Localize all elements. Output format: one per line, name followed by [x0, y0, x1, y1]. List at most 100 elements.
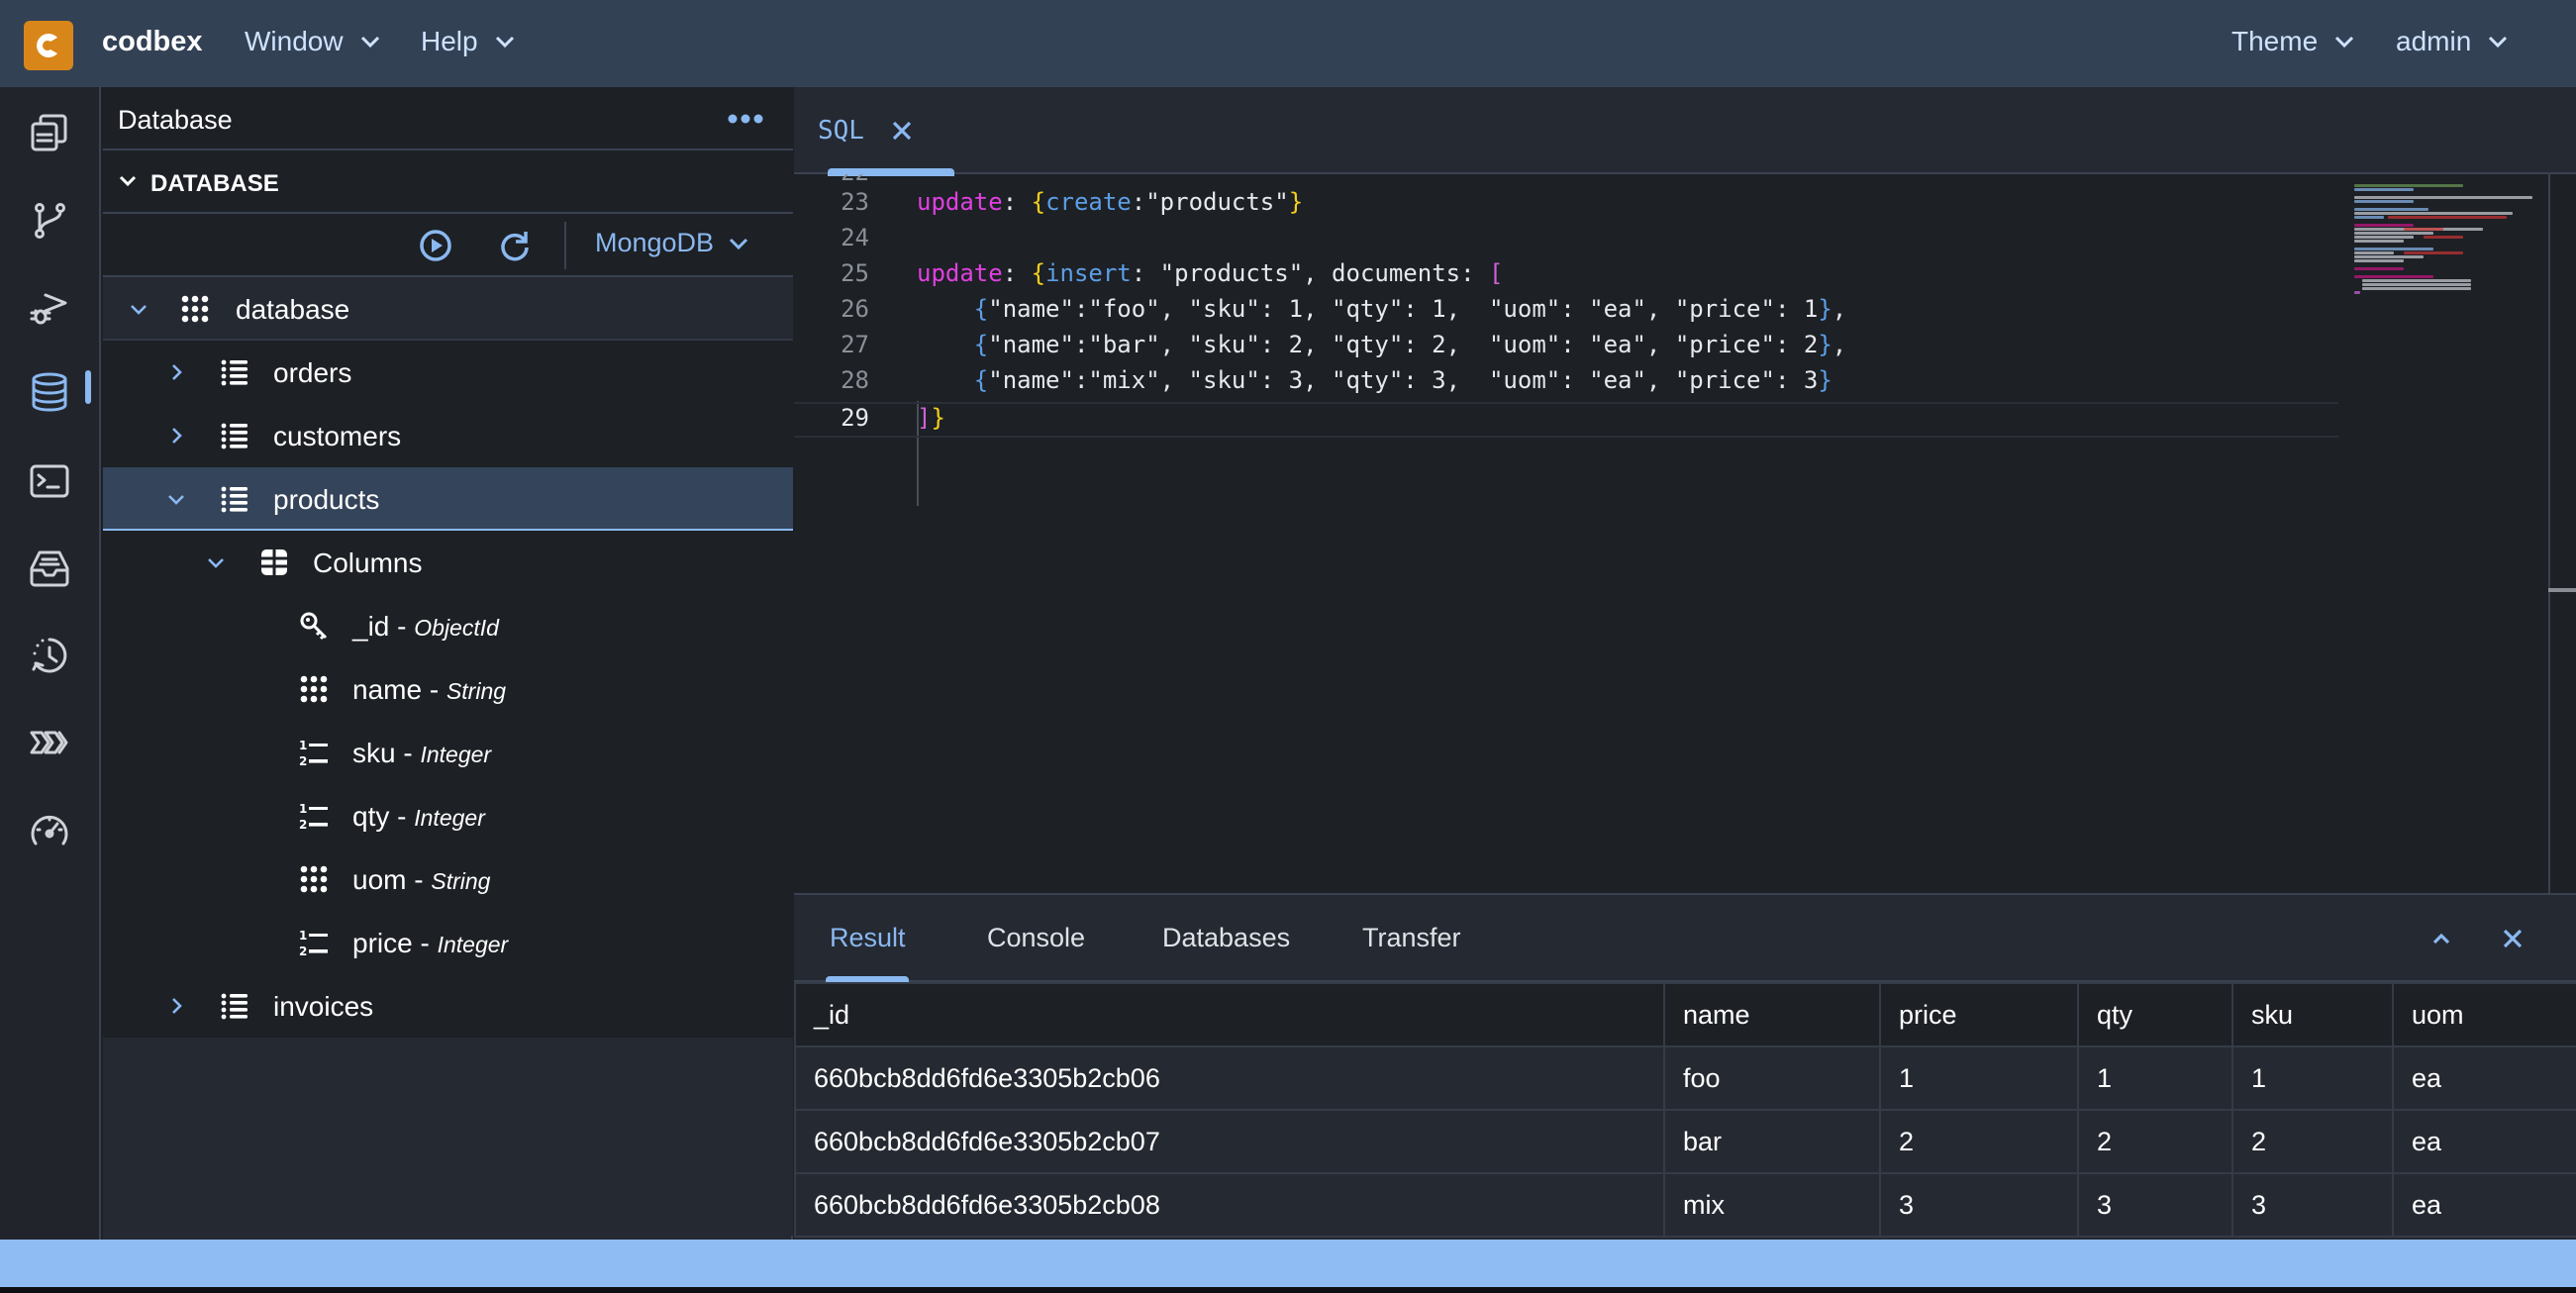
line-content: ]} [917, 404, 945, 432]
run-icon[interactable] [418, 228, 453, 263]
table-row[interactable]: 660bcb8dd6fd6e3305b2cb06 foo 1 1 1 ea [794, 1045, 2576, 1111]
column-separator: - [389, 611, 415, 642]
refresh-icon[interactable] [497, 228, 533, 263]
tree-item-column-price[interactable]: 1 2 price - Integer [103, 911, 793, 974]
speedometer-icon[interactable] [28, 808, 71, 851]
tree-item-column-uom[interactable]: uom - String [103, 847, 793, 911]
terminal-icon[interactable] [28, 459, 71, 503]
minimap-line [2354, 208, 2428, 211]
scrollbar-track [2548, 174, 2550, 893]
minimap[interactable] [2338, 174, 2536, 893]
tree-item-column-qty[interactable]: 1 2 qty - Integer [103, 784, 793, 847]
sidebar-header: Database [103, 87, 793, 150]
minimap-line [2354, 240, 2404, 243]
datasource-select[interactable]: MongoDB [595, 228, 749, 258]
tree-item-database[interactable]: database [103, 277, 793, 341]
tree-item-column-sku[interactable]: 1 2 sku - Integer [103, 721, 793, 784]
close-icon[interactable] [890, 119, 914, 143]
table-cell: 660bcb8dd6fd6e3305b2cb07 [794, 1109, 1665, 1174]
tab-sql[interactable]: SQL [818, 87, 954, 176]
column-name: _id [352, 611, 390, 642]
tree-item-orders[interactable]: orders [103, 341, 793, 404]
table-cell: ea [2392, 1172, 2576, 1238]
tree-item-label: products [273, 484, 380, 515]
chevron-down-icon[interactable] [165, 488, 187, 510]
chevron-down-icon [119, 175, 137, 187]
tree-item-products[interactable]: products [103, 467, 793, 531]
codbex-logo-icon[interactable] [24, 21, 73, 70]
history-icon[interactable] [28, 634, 71, 677]
collection-list-icon [219, 420, 250, 451]
minimap-line [2354, 216, 2384, 219]
more-options-icon[interactable] [726, 107, 765, 131]
chevron-right-icon[interactable] [165, 425, 187, 447]
tab-console[interactable]: Console [987, 923, 1085, 953]
tree-item-customers[interactable]: customers [103, 404, 793, 467]
chevron-down-icon[interactable] [205, 551, 227, 573]
tab-databases[interactable]: Databases [1162, 923, 1290, 953]
column-header-id[interactable]: _id [794, 982, 1665, 1047]
column-header-uom[interactable]: uom [2392, 982, 2576, 1047]
tree-item-label: Columns [313, 547, 423, 578]
tree-item-invoices[interactable]: invoices [103, 974, 793, 1038]
column-type: Integer [437, 932, 509, 957]
panel-tab-bar: Result Console Databases Transfer [794, 895, 2576, 982]
svg-text:1: 1 [299, 802, 307, 816]
debug-icon[interactable] [28, 285, 71, 329]
database-icon[interactable] [28, 370, 71, 414]
files-icon[interactable] [28, 111, 71, 154]
code-line: 29]} [794, 402, 2338, 438]
column-name: name [352, 674, 423, 705]
collection-list-icon [219, 356, 250, 388]
close-icon[interactable] [2499, 925, 2526, 952]
code-line: 25 update: {insert: "products", documents… [794, 259, 2338, 295]
tree-item-label: database [236, 294, 350, 325]
minimap-line [2354, 232, 2433, 235]
code-line: 27 {"name":"bar", "sku": 2, "qty": 2, "u… [794, 331, 2338, 366]
table-cell: 1 [1879, 1045, 2079, 1111]
database-section-header[interactable]: DATABASE [103, 150, 793, 214]
minimap-line [2354, 224, 2414, 227]
column-header-qty[interactable]: qty [2077, 982, 2233, 1047]
minimap-line [2404, 251, 2463, 254]
column-header-sku[interactable]: sku [2231, 982, 2394, 1047]
tree-item-columns[interactable]: Columns [103, 531, 793, 594]
minimap-line [2362, 287, 2471, 290]
chevron-right-icon[interactable] [165, 361, 187, 383]
code-line: 23 update: {create:"products"} [794, 188, 2338, 224]
code-editor[interactable]: 22 23 update: {create:"products"} 24 25 updat… [794, 174, 2338, 893]
table-row[interactable]: 660bcb8dd6fd6e3305b2cb07 bar 2 2 2 ea [794, 1109, 2576, 1174]
window-menu[interactable]: Window [245, 26, 381, 57]
theme-menu[interactable]: Theme [2231, 26, 2355, 57]
chevron-up-icon[interactable] [2427, 925, 2455, 952]
minimap-line [2354, 236, 2414, 239]
tab-transfer[interactable]: Transfer [1362, 923, 1461, 953]
tree-item-column-name[interactable]: name - String [103, 657, 793, 721]
tree-item-column-_id[interactable]: _id - ObjectId [103, 594, 793, 657]
table-row[interactable]: 660bcb8dd6fd6e3305b2cb08 mix 3 3 3 ea [794, 1172, 2576, 1238]
tree-item-label: qty - Integer [352, 801, 485, 833]
svg-text:2: 2 [299, 818, 307, 832]
scrollbar-thumb[interactable] [2548, 588, 2576, 592]
tab-result[interactable]: Result [830, 923, 906, 953]
table-cell: 660bcb8dd6fd6e3305b2cb06 [794, 1045, 1665, 1111]
table-cell: foo [1663, 1045, 1881, 1111]
git-branch-icon[interactable] [28, 198, 71, 242]
result-table: _id name price qty sku uom 660bcb8dd6fd6e3305… [794, 982, 2576, 1238]
user-menu[interactable]: admin [2396, 26, 2509, 57]
line-number: 28 [841, 366, 869, 394]
chevron-right-icon[interactable] [165, 995, 187, 1017]
column-header-price[interactable]: price [1879, 982, 2079, 1047]
line-number: 27 [841, 331, 869, 358]
line-content: {"name":"mix", "sku": 3, "qty": 3, "uom"… [973, 366, 1833, 394]
svg-text:1: 1 [299, 739, 307, 752]
chevron-down-icon[interactable] [128, 298, 149, 320]
app-name: codbex [102, 26, 203, 57]
column-header-name[interactable]: name [1663, 982, 1881, 1047]
sidebar-title: Database [118, 105, 233, 135]
inbox-icon[interactable] [28, 547, 71, 590]
minimap-line [2388, 216, 2507, 219]
minimap-line [2354, 291, 2360, 294]
process-icon[interactable] [28, 721, 71, 764]
help-menu[interactable]: Help [421, 26, 516, 57]
